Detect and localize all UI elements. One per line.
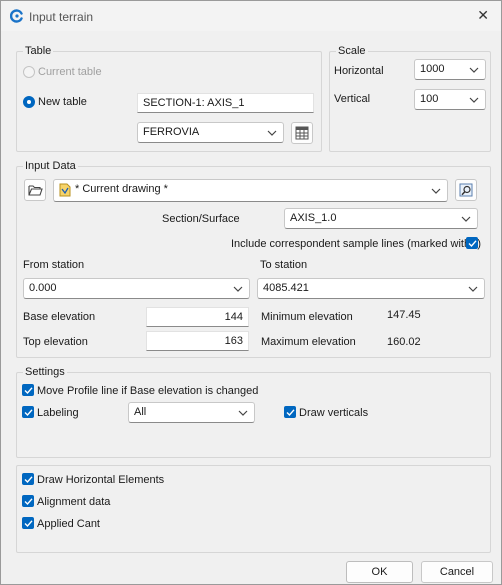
to-station-value: 4085.421 (263, 282, 309, 294)
draw-horizontal-checkbox[interactable] (22, 473, 34, 485)
applied-cant-label: Applied Cant (37, 518, 100, 530)
base-elevation-input[interactable]: 144 (146, 307, 249, 327)
to-station-select[interactable]: 4085.421 (257, 278, 485, 299)
ok-button[interactable]: OK (346, 561, 413, 583)
new-table-label: New table (38, 96, 87, 108)
min-elevation-value: 147.45 (387, 309, 421, 321)
from-station-select[interactable]: 0.000 (23, 278, 250, 299)
current-table-radio[interactable] (23, 66, 35, 78)
scale-legend: Scale (336, 45, 368, 57)
labeling-label: Labeling (37, 407, 79, 419)
include-sample-lines-checkbox[interactable] (466, 237, 478, 249)
draw-verticals-checkbox[interactable] (284, 406, 296, 418)
open-folder-button[interactable] (24, 179, 46, 201)
labeling-checkbox[interactable] (22, 406, 34, 418)
vertical-scale-label: Vertical (334, 93, 371, 105)
zoom-pick-icon (459, 183, 473, 197)
top-elevation-label: Top elevation (23, 336, 88, 348)
labeling-select-value: All (134, 406, 147, 418)
chevron-down-icon (267, 130, 277, 136)
include-sample-lines-label: Include correspondent sample lines (mark… (231, 238, 482, 250)
to-station-label: To station (260, 259, 308, 271)
title-bar: Input terrain ✕ (1, 1, 501, 31)
base-elevation-label: Base elevation (23, 311, 96, 323)
chevron-down-icon (431, 188, 441, 194)
horizontal-scale-value: 1000 (420, 63, 445, 75)
chevron-down-icon (233, 286, 243, 292)
horizontal-scale-label: Horizontal (334, 65, 384, 77)
drawing-file-icon (59, 183, 71, 197)
checkmark-icon (24, 498, 33, 506)
move-profile-checkbox[interactable] (22, 384, 34, 396)
pick-drawing-button[interactable] (455, 179, 477, 201)
settings-legend: Settings (23, 366, 67, 378)
table-grid-icon (295, 126, 309, 140)
section-surface-value: AXIS_1.0 (290, 212, 337, 224)
checkmark-icon (286, 409, 295, 417)
horizontal-scale-select[interactable]: 1000 (414, 59, 486, 80)
input-terrain-dialog: Input terrain ✕ Table Current table New … (0, 0, 502, 585)
chevron-down-icon (461, 216, 471, 222)
app-logo-icon (10, 9, 23, 23)
drawing-select-value: * Current drawing * (75, 183, 168, 195)
max-elevation-label: Maximum elevation (261, 336, 356, 348)
table-legend: Table (23, 45, 54, 57)
draw-verticals-label: Draw verticals (299, 407, 369, 419)
chevron-down-icon (468, 286, 478, 292)
checkmark-icon (24, 476, 33, 484)
cancel-button[interactable]: Cancel (421, 561, 493, 583)
max-elevation-value: 160.02 (387, 336, 421, 348)
new-table-name-input[interactable]: SECTION-1: AXIS_1 (137, 93, 314, 113)
from-station-value: 0.000 (29, 282, 57, 294)
chevron-down-icon (469, 97, 479, 103)
move-profile-label: Move Profile line if Base elevation is c… (37, 385, 259, 397)
input-data-legend: Input Data (23, 160, 78, 172)
drawing-select[interactable]: * Current drawing * (53, 179, 448, 202)
layer-select[interactable]: FERROVIA (137, 122, 284, 143)
checkmark-icon (24, 409, 33, 417)
from-station-label: From station (23, 259, 85, 271)
vertical-scale-select[interactable]: 100 (414, 89, 486, 110)
close-icon[interactable]: ✕ (477, 7, 489, 24)
draw-horizontal-label: Draw Horizontal Elements (37, 474, 165, 486)
layer-select-value: FERROVIA (143, 126, 200, 138)
chevron-down-icon (469, 67, 479, 73)
checkmark-icon (24, 520, 33, 528)
section-surface-select[interactable]: AXIS_1.0 (284, 208, 478, 229)
folder-open-icon (28, 185, 43, 196)
applied-cant-checkbox[interactable] (22, 517, 34, 529)
checkmark-icon (24, 387, 33, 395)
chevron-down-icon (238, 410, 248, 416)
new-table-radio[interactable] (23, 96, 35, 108)
vertical-scale-value: 100 (420, 93, 439, 105)
top-elevation-input[interactable]: 163 (146, 331, 249, 351)
alignment-data-label: Alignment data (37, 496, 111, 508)
min-elevation-label: Minimum elevation (261, 311, 353, 323)
labeling-select[interactable]: All (128, 402, 255, 423)
checkmark-icon (468, 240, 477, 248)
current-table-label: Current table (38, 66, 102, 78)
window-title: Input terrain (29, 10, 94, 24)
table-grid-button[interactable] (291, 122, 313, 144)
section-surface-label: Section/Surface (162, 213, 240, 225)
alignment-data-checkbox[interactable] (22, 495, 34, 507)
